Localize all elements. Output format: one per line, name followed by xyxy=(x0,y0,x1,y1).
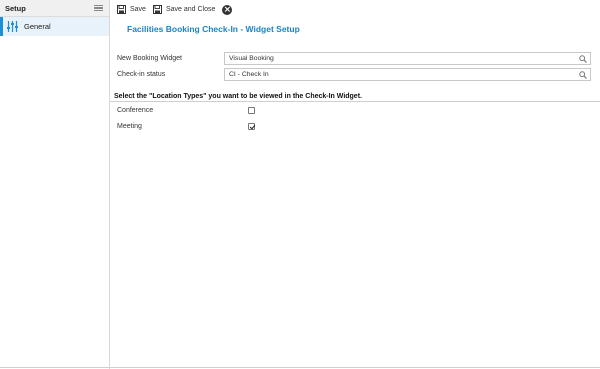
page-title: Facilities Booking Check-In - Widget Set… xyxy=(127,24,300,34)
checkin-status-value: CI - Check In xyxy=(229,71,269,78)
hamburger-menu-icon[interactable] xyxy=(94,4,103,12)
checkin-status-label: Check-in status xyxy=(117,71,166,78)
checkin-status-row: Check-in status CI - Check In xyxy=(117,68,591,81)
save-label: Save xyxy=(130,6,146,13)
conference-label: Conference xyxy=(117,106,154,114)
sidebar-header: Setup xyxy=(0,0,109,17)
new-booking-widget-row: New Booking Widget Visual Booking xyxy=(117,52,591,65)
sidebar-item-label: General xyxy=(24,22,51,31)
conference-checkbox[interactable] xyxy=(248,106,255,114)
bottom-divider xyxy=(0,367,600,368)
save-and-close-button[interactable]: Save and Close xyxy=(152,5,216,14)
new-booking-widget-field[interactable]: Visual Booking xyxy=(224,52,591,65)
new-booking-widget-label: New Booking Widget xyxy=(117,55,182,62)
meeting-checkbox[interactable] xyxy=(248,122,255,130)
sidebar-title: Setup xyxy=(5,3,26,13)
location-type-conference-row: Conference xyxy=(117,105,267,115)
search-icon[interactable] xyxy=(579,54,587,63)
checkin-status-field[interactable]: CI - Check In xyxy=(224,68,591,81)
sidebar-item-general[interactable]: General xyxy=(0,17,109,36)
save-and-close-label: Save and Close xyxy=(165,6,216,13)
section-divider xyxy=(110,101,600,102)
new-booking-widget-value: Visual Booking xyxy=(229,55,274,62)
location-type-meeting-row: Meeting xyxy=(117,121,267,131)
search-icon[interactable] xyxy=(579,70,587,79)
close-icon[interactable] xyxy=(222,4,233,15)
sidebar: Setup General xyxy=(0,0,110,369)
toolbar: Save Save and Close xyxy=(117,3,233,16)
location-types-heading: Select the "Location Types" you want to … xyxy=(114,93,362,100)
save-close-icon xyxy=(152,5,162,14)
meeting-label: Meeting xyxy=(117,122,142,130)
save-button[interactable]: Save xyxy=(117,5,146,14)
sliders-icon xyxy=(5,20,19,34)
save-icon xyxy=(117,5,126,14)
